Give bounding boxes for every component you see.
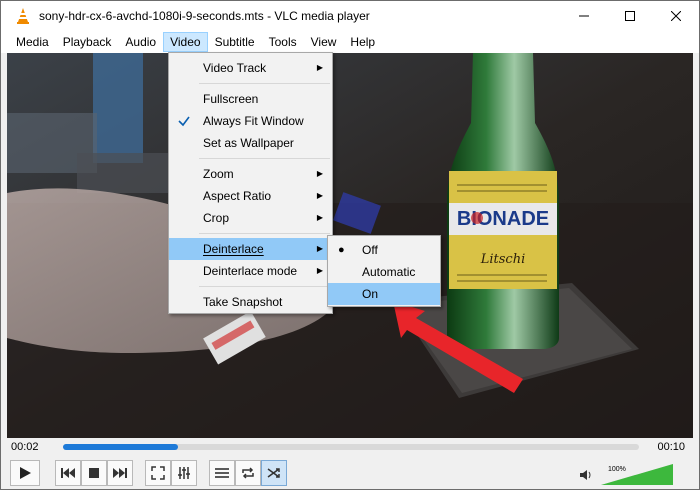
- loop-button[interactable]: [235, 460, 261, 486]
- deinterlace-on-label: On: [362, 287, 379, 301]
- video-track-label: Video Track: [203, 61, 267, 75]
- submenu-arrow-icon: ▶: [316, 266, 323, 275]
- skip-back-icon: [61, 468, 75, 478]
- crop-item[interactable]: Crop ▶: [169, 207, 332, 229]
- menu-separator: [199, 233, 330, 234]
- radio-bullet-icon: ●: [338, 244, 345, 256]
- deinterlace-automatic-item[interactable]: Automatic: [328, 261, 440, 283]
- window-title: sony-hdr-cx-6-avchd-1080i-9-seconds.mts …: [39, 9, 370, 23]
- zoom-item[interactable]: Zoom ▶: [169, 163, 332, 185]
- control-bar: 100%: [1, 458, 699, 489]
- take-snapshot-label: Take Snapshot: [203, 295, 283, 309]
- deinterlace-automatic-label: Automatic: [362, 265, 416, 279]
- next-button[interactable]: [107, 460, 133, 486]
- deinterlace-item[interactable]: Deinterlace ▶: [169, 238, 332, 260]
- take-snapshot-item[interactable]: Take Snapshot: [169, 291, 332, 313]
- deinterlace-mode-item[interactable]: Deinterlace mode ▶: [169, 260, 332, 282]
- extended-settings-button[interactable]: [171, 460, 197, 486]
- maximize-button[interactable]: [607, 1, 653, 31]
- menu-bar: Media Playback Audio Video Subtitle Tool…: [1, 31, 699, 53]
- vlc-window: sony-hdr-cx-6-avchd-1080i-9-seconds.mts …: [0, 0, 700, 490]
- seek-progress-fill: [63, 444, 179, 450]
- menu-separator: [199, 158, 330, 159]
- always-fit-window-item[interactable]: Always Fit Window: [169, 110, 332, 132]
- bottle-brand-text: BIONADE: [457, 208, 549, 230]
- maximize-icon: [625, 11, 635, 21]
- deinterlace-off-label: Off: [362, 243, 378, 257]
- zoom-label: Zoom: [203, 167, 234, 181]
- deinterlace-label: Deinterlace: [203, 242, 264, 256]
- minimize-icon: [579, 15, 589, 17]
- elapsed-time: 00:02: [11, 441, 39, 453]
- previous-button[interactable]: [55, 460, 81, 486]
- volume-slider[interactable]: [601, 464, 673, 486]
- seek-row: 00:02 00:10: [1, 438, 699, 458]
- menu-video[interactable]: Video: [163, 32, 208, 52]
- menu-audio[interactable]: Audio: [118, 32, 163, 52]
- deinterlace-mode-label: Deinterlace mode: [203, 264, 298, 278]
- stop-icon: [89, 468, 99, 478]
- play-icon: [20, 467, 31, 479]
- title-bar: sony-hdr-cx-6-avchd-1080i-9-seconds.mts …: [1, 1, 699, 31]
- checkmark-icon: [178, 116, 190, 127]
- video-track-item[interactable]: Video Track ▶: [169, 57, 332, 79]
- fullscreen-item[interactable]: Fullscreen: [169, 88, 332, 110]
- menu-view[interactable]: View: [304, 32, 344, 52]
- speaker-icon[interactable]: [579, 468, 593, 482]
- video-menu-dropdown: Video Track ▶ Fullscreen Always Fit Wind…: [168, 52, 333, 314]
- play-button[interactable]: [10, 460, 40, 486]
- fullscreen-button[interactable]: [145, 460, 171, 486]
- menu-separator: [199, 83, 330, 84]
- aspect-ratio-label: Aspect Ratio: [203, 189, 272, 203]
- menu-tools[interactable]: Tools: [262, 32, 304, 52]
- crop-label: Crop: [203, 211, 230, 225]
- aspect-ratio-item[interactable]: Aspect Ratio ▶: [169, 185, 332, 207]
- menu-separator: [199, 286, 330, 287]
- vlc-cone-icon: [17, 8, 29, 24]
- close-button[interactable]: [653, 1, 699, 31]
- total-time: 00:10: [657, 441, 685, 453]
- volume-level-fill: [601, 464, 673, 485]
- playlist-button[interactable]: [209, 460, 235, 486]
- shuffle-icon: [267, 468, 280, 478]
- set-as-wallpaper-label: Set as Wallpaper: [203, 136, 294, 150]
- equalizer-icon: [178, 467, 190, 479]
- deinterlace-on-item[interactable]: On: [328, 283, 440, 305]
- bottle-flavor-text: Litschi: [480, 252, 526, 267]
- stop-button[interactable]: [81, 460, 107, 486]
- menu-help[interactable]: Help: [343, 32, 382, 52]
- skip-forward-icon: [113, 468, 127, 478]
- fullscreen-label: Fullscreen: [203, 92, 259, 106]
- seek-slider[interactable]: [63, 444, 639, 450]
- submenu-arrow-icon: ▶: [316, 191, 323, 200]
- submenu-arrow-icon: ▶: [316, 63, 323, 72]
- set-as-wallpaper-item[interactable]: Set as Wallpaper: [169, 132, 332, 154]
- menu-playback[interactable]: Playback: [56, 32, 119, 52]
- close-icon: [671, 11, 681, 21]
- submenu-arrow-icon: ▶: [316, 244, 323, 253]
- menu-subtitle[interactable]: Subtitle: [208, 32, 262, 52]
- loop-icon: [242, 467, 254, 479]
- minimize-button[interactable]: [561, 1, 607, 31]
- always-fit-window-label: Always Fit Window: [203, 114, 304, 128]
- shuffle-button[interactable]: [261, 460, 287, 486]
- playlist-icon: [215, 468, 229, 478]
- menu-media[interactable]: Media: [9, 32, 56, 52]
- submenu-arrow-icon: ▶: [316, 213, 323, 222]
- deinterlace-off-item[interactable]: ● Off: [328, 239, 440, 261]
- fullscreen-icon: [151, 466, 165, 480]
- submenu-arrow-icon: ▶: [316, 169, 323, 178]
- deinterlace-submenu: ● Off Automatic On: [327, 235, 441, 307]
